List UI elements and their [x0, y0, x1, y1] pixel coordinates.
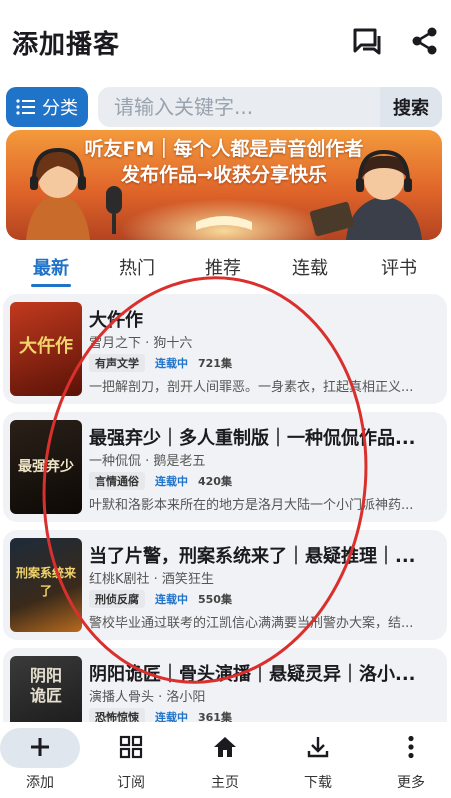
genre-tag: 刑侦反腐 [89, 590, 145, 608]
tab-hot[interactable]: 热门 [119, 254, 155, 280]
podcast-description: 叶默和洛影本来所在的地方是洛月大陆一个小门派神药... [89, 498, 414, 513]
genre-tag: 言情通俗 [89, 472, 145, 490]
nav-more[interactable]: 更多 [366, 722, 451, 798]
grid-icon [119, 735, 143, 759]
podcast-cover: 最强弃少 [10, 420, 82, 514]
banner-headline: 听友FM｜每个人都是声音创作者 [84, 138, 364, 160]
podcast-author: 红桃K剧社 · 酒笑狂生 [89, 572, 214, 587]
active-tab-indicator [31, 284, 71, 287]
status-badge: 连载中 [155, 475, 188, 488]
home-icon [214, 737, 236, 757]
podcast-description: 警校毕业通过联考的江凯信心满满要当刑警办大案，结... [89, 616, 414, 631]
cover-title: 最强弃少 [18, 459, 74, 475]
search-row: 分类 搜索 [0, 84, 451, 128]
podcast-title: 当了片警，刑案系统来了｜悬疑推理｜... [89, 546, 416, 567]
bottom-nav: 添加 订阅 主页 下载 更多 [0, 722, 451, 798]
podcast-card[interactable]: 刑案系统来了 当了片警，刑案系统来了｜悬疑推理｜... 红桃K剧社 · 酒笑狂生… [3, 530, 447, 640]
search-button[interactable]: 搜索 [380, 87, 442, 127]
status-badge: 连载中 [155, 357, 188, 370]
podcast-description: 一把解剖刀，剖开人间罪恶。一身素衣，扛起真相正义... [89, 380, 414, 395]
cover-title: 大仵作 [19, 336, 73, 357]
episode-count: 420集 [198, 475, 232, 488]
category-button[interactable]: 分类 [6, 87, 88, 127]
chat-icon[interactable] [352, 26, 384, 56]
podcast-author: 雪月之下 · 狗十六 [89, 336, 193, 351]
episode-count: 550集 [198, 593, 232, 606]
app-header: 添加播客 [0, 0, 451, 84]
podcast-cover: 大仵作 [10, 302, 82, 396]
podcast-tags: 刑侦反腐 连载中 550集 [89, 590, 232, 608]
download-icon [307, 737, 329, 758]
share-icon[interactable] [410, 26, 440, 56]
tab-storytelling[interactable]: 评书 [381, 254, 417, 280]
podcast-author: 一种侃侃 · 鹅是老五 [89, 454, 206, 469]
nav-label: 更多 [397, 775, 425, 791]
nav-label: 下载 [304, 775, 332, 791]
podcast-tags: 有声文学 连载中 721集 [89, 354, 232, 372]
nav-add[interactable]: 添加 [0, 722, 90, 798]
status-badge: 连载中 [155, 593, 188, 606]
search-box: 搜索 [98, 87, 442, 127]
category-label: 分类 [42, 98, 78, 119]
tab-serial[interactable]: 连载 [292, 254, 328, 280]
nav-subscribe[interactable]: 订阅 [86, 722, 176, 798]
podcast-title: 最强弃少｜多人重制版｜一种侃侃作品... [89, 428, 416, 449]
genre-tag: 有声文学 [89, 354, 145, 372]
podcast-card[interactable]: 大仵作 大仵作 雪月之下 · 狗十六 有声文学 连载中 721集 一把解剖刀，剖… [3, 294, 447, 404]
podcast-cover: 刑案系统来了 [10, 538, 82, 632]
promo-banner[interactable]: 听友FM｜每个人都是声音创作者 发布作品→收获分享快乐 [6, 130, 442, 240]
nav-label: 主页 [211, 775, 239, 791]
nav-label: 订阅 [117, 775, 145, 791]
podcast-card[interactable]: 最强弃少 最强弃少｜多人重制版｜一种侃侃作品... 一种侃侃 · 鹅是老五 言情… [3, 412, 447, 522]
cover-title: 刑案系统来了 [15, 566, 76, 598]
nav-home[interactable]: 主页 [180, 722, 270, 798]
list-icon [16, 99, 35, 115]
podcast-title: 大仵作 [89, 310, 143, 331]
episode-count: 721集 [198, 357, 232, 370]
page-title: 添加播客 [12, 30, 121, 60]
cover-title: 阴阳诡匠 [29, 666, 62, 705]
podcast-tags: 言情通俗 连载中 420集 [89, 472, 232, 490]
plus-icon [31, 738, 49, 756]
podcast-author: 演播人骨头 · 洛小阳 [89, 690, 206, 705]
podcast-title: 阴阳诡匠｜骨头演播｜悬疑灵异｜洛小... [89, 664, 416, 685]
search-input[interactable] [98, 87, 380, 127]
category-tabs: 最新 热门 推荐 连载 评书 [0, 248, 451, 288]
more-vertical-icon [408, 735, 414, 759]
banner-subline: 发布作品→收获分享快乐 [121, 164, 327, 186]
tab-recommended[interactable]: 推荐 [205, 254, 241, 280]
nav-download[interactable]: 下载 [273, 722, 363, 798]
nav-label: 添加 [26, 775, 54, 791]
tab-latest[interactable]: 最新 [33, 254, 69, 280]
